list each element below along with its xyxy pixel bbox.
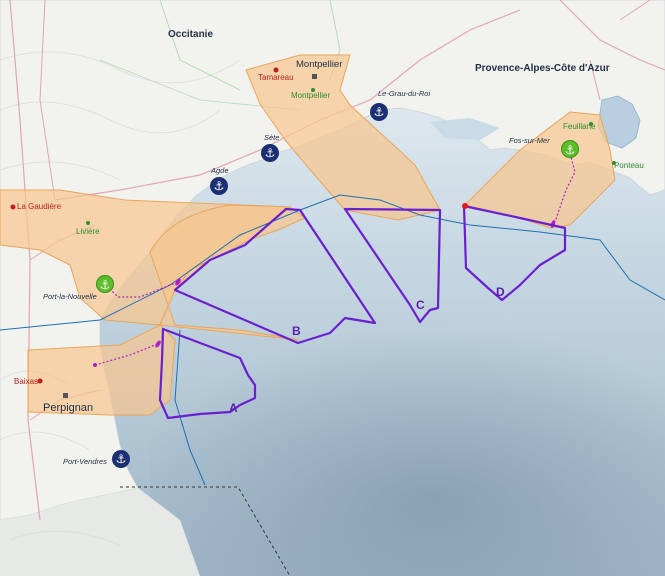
anchor-icon[interactable]: ⚓ xyxy=(210,177,228,195)
map-canvas: Occitanie Provence-Alpes-Côte d'Azur Mon… xyxy=(0,0,665,576)
port-label-fos-sur-mer: Fos-sur-Mer xyxy=(509,136,550,145)
region-label-paca: Provence-Alpes-Côte d'Azur xyxy=(475,63,610,74)
zone-label-c: C xyxy=(416,298,425,312)
site-label-tamareau: Tamareau xyxy=(258,73,294,82)
anchor-icon[interactable]: ⚓ xyxy=(112,450,130,468)
port-label-agde: Agde xyxy=(211,166,229,175)
zone-label-d: D xyxy=(496,285,505,299)
site-label-liviere: Livière xyxy=(76,227,100,236)
site-label-feuillane: Feuillane xyxy=(563,122,596,131)
site-label-montpellier-substation: Montpellier xyxy=(291,91,331,100)
zone-label-a: A xyxy=(229,401,238,415)
region-label-occitanie: Occitanie xyxy=(168,29,214,40)
zone-d-marker xyxy=(462,203,468,209)
site-label-la-gaudiere: La Gaudière xyxy=(17,202,62,211)
anchor-icon[interactable]: ⚓ xyxy=(370,103,388,121)
sea-depth-shading xyxy=(150,280,665,576)
anchor-icon[interactable]: ⚓ xyxy=(261,144,279,162)
port-label-port-la-nouvelle: Port-la-Nouvelle xyxy=(43,292,97,301)
anchor-green-icon[interactable]: ⚓ xyxy=(96,275,114,293)
site-label-baixas: Baixas xyxy=(14,377,39,386)
anchor-green-icon[interactable]: ⚓ xyxy=(561,140,579,158)
port-label-sete: Sète xyxy=(264,133,280,142)
zone-label-b: B xyxy=(292,324,301,338)
port-label-port-vendres: Port-Vendres xyxy=(63,457,107,466)
city-label-perpignan: Perpignan xyxy=(43,402,94,414)
city-label-montpellier: Montpellier xyxy=(296,59,343,70)
port-label-le-grau-du-roi: Le-Grau-du-Roi xyxy=(378,89,431,98)
site-label-ponteau: Ponteau xyxy=(614,161,644,170)
